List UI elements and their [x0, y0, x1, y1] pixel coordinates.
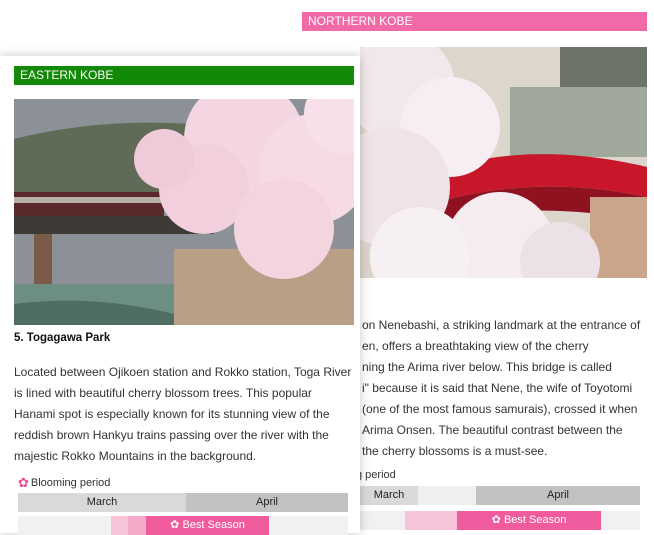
northern-desc-line-4: i" because it is said that Nene, the wif… — [362, 381, 633, 395]
eastern-early-bloom-bar-2 — [128, 516, 146, 535]
eastern-kobe-banner: EASTERN KOBE — [14, 66, 354, 85]
sakura-flower-icon: ✿ — [18, 475, 29, 490]
northern-month-gap — [418, 486, 476, 505]
togagawa-park-photo — [14, 99, 354, 325]
eastern-desc-line-3: Hanami spot is especially known for its … — [14, 407, 330, 421]
eastern-spot-title: 5. Togagawa Park — [14, 332, 111, 344]
sakura-flower-icon: ✿ — [491, 514, 504, 526]
northern-early-bloom-bar — [405, 511, 457, 530]
arima-bridge-illustration — [360, 47, 647, 278]
sakura-flower-icon: ✿ — [170, 519, 183, 531]
northern-best-season-label: Best Season — [503, 514, 567, 526]
eastern-desc-line-5: majestic Rokko Mountains in the backgrou… — [14, 449, 257, 463]
northern-desc-line-5: (one of the most famous samurais), cross… — [362, 402, 638, 416]
eastern-desc-line-1: Located between Ojikoen station and Rokk… — [14, 365, 352, 379]
northern-desc-line-3: ning the Arima river below. This bridge … — [362, 360, 612, 374]
northern-desc-line-7: the cherry blossoms is a must-see. — [362, 444, 548, 458]
eastern-early-bloom-bar — [111, 516, 128, 535]
eastern-blooming-label-text: Blooming period — [30, 477, 111, 489]
eastern-month-header: March April — [18, 493, 348, 512]
northern-blooming-label-text: g period — [356, 469, 396, 481]
northern-month-header: March April — [360, 486, 640, 505]
arima-bridge-photo — [360, 47, 647, 278]
northern-desc-line-6: Arima Onsen. The beautiful contrast betw… — [362, 423, 623, 437]
northern-desc-line-1: on Nenebashi, a striking landmark at the… — [362, 318, 641, 332]
togagawa-illustration — [14, 99, 354, 325]
northern-month-april: April — [476, 486, 640, 505]
eastern-blooming-label: ✿ Blooming period — [18, 475, 110, 491]
eastern-best-season-bar: ✿ Best Season — [146, 516, 269, 535]
eastern-best-season-label: Best Season — [182, 519, 245, 531]
eastern-month-march: March — [18, 493, 186, 512]
eastern-month-april: April — [186, 493, 348, 512]
northern-desc-line-2: en, offers a breathtaking view of the ch… — [362, 339, 589, 353]
northern-best-season-bar: ✿ Best Season — [457, 511, 601, 530]
eastern-desc-line-4: reddish brown Hankyu trains passing over… — [14, 428, 329, 442]
eastern-desc-line-2: is lined with beautiful cherry blossom t… — [14, 386, 312, 400]
northern-kobe-banner: NORTHERN KOBE — [302, 12, 647, 31]
northern-month-march: March — [360, 486, 418, 505]
northern-blooming-label: g period — [356, 469, 396, 481]
